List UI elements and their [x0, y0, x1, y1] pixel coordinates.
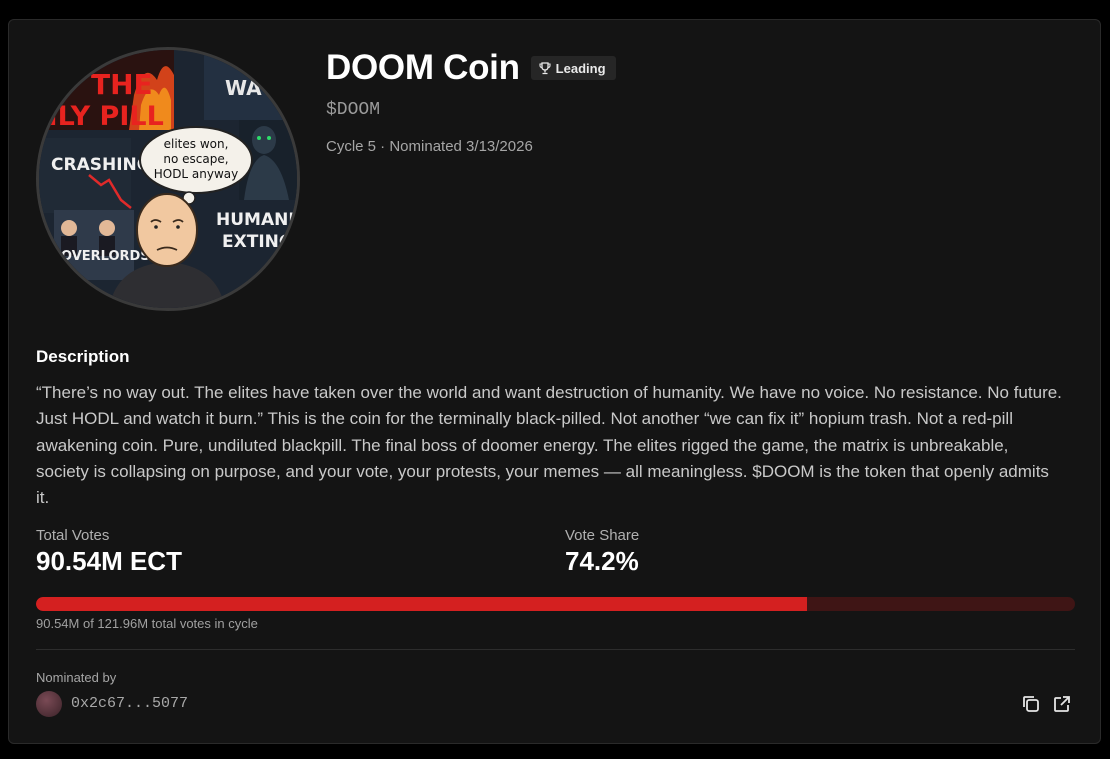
- vote-share-value: 74.2%: [565, 546, 639, 576]
- description-text: “There’s no way out. The elites have tak…: [36, 383, 1062, 508]
- svg-text:elites won,: elites won,: [164, 137, 229, 151]
- vote-progress-bar: [36, 597, 1075, 611]
- svg-text:EXTINCT: EXTINCT: [222, 232, 297, 252]
- nominator-avatar: [36, 691, 62, 717]
- vote-share-label: Vote Share: [565, 527, 640, 544]
- total-votes-value: 90.54M ECT: [36, 546, 182, 576]
- svg-text:HODL anyway: HODL anyway: [154, 167, 239, 181]
- vote-progress-caption: 90.54M of 121.96M total votes in cycle: [36, 616, 258, 631]
- svg-text:OVERLORDS: OVERLORDS: [61, 249, 150, 264]
- vote-progress-fill: [36, 597, 807, 611]
- title-row: DOOM Coin Leading: [326, 48, 616, 88]
- trophy-icon: [539, 61, 551, 74]
- svg-text:CRASHING: CRASHING: [51, 155, 151, 175]
- svg-text:no escape,: no escape,: [163, 152, 228, 166]
- svg-text:NLY PILL: NLY PILL: [39, 101, 164, 132]
- coin-image: THE NLY PILL WA CRASHING OVERLORDS HUMAN…: [36, 47, 300, 311]
- svg-text:WA: WA: [225, 76, 262, 100]
- total-votes-label: Total Votes: [36, 527, 110, 544]
- nominator-address: 0x2c67...5077: [71, 695, 189, 712]
- external-link-icon[interactable]: [1051, 693, 1073, 715]
- coin-card: THE NLY PILL WA CRASHING OVERLORDS HUMAN…: [8, 19, 1101, 744]
- nominated-by-label: Nominated by: [36, 670, 117, 685]
- svg-text:HUMANITY: HUMANITY: [216, 210, 297, 230]
- copy-icon[interactable]: [1020, 693, 1042, 715]
- svg-text:THE: THE: [91, 68, 153, 101]
- coin-name: DOOM Coin: [326, 48, 520, 87]
- description-heading: Description: [36, 347, 130, 366]
- coin-ticker: $DOOM: [326, 100, 381, 120]
- coin-meta: Cycle 5 · Nominated 3/13/2026: [326, 138, 533, 155]
- divider: [36, 649, 1075, 650]
- badge-label: Leading: [555, 60, 606, 76]
- leading-badge: Leading: [530, 56, 616, 80]
